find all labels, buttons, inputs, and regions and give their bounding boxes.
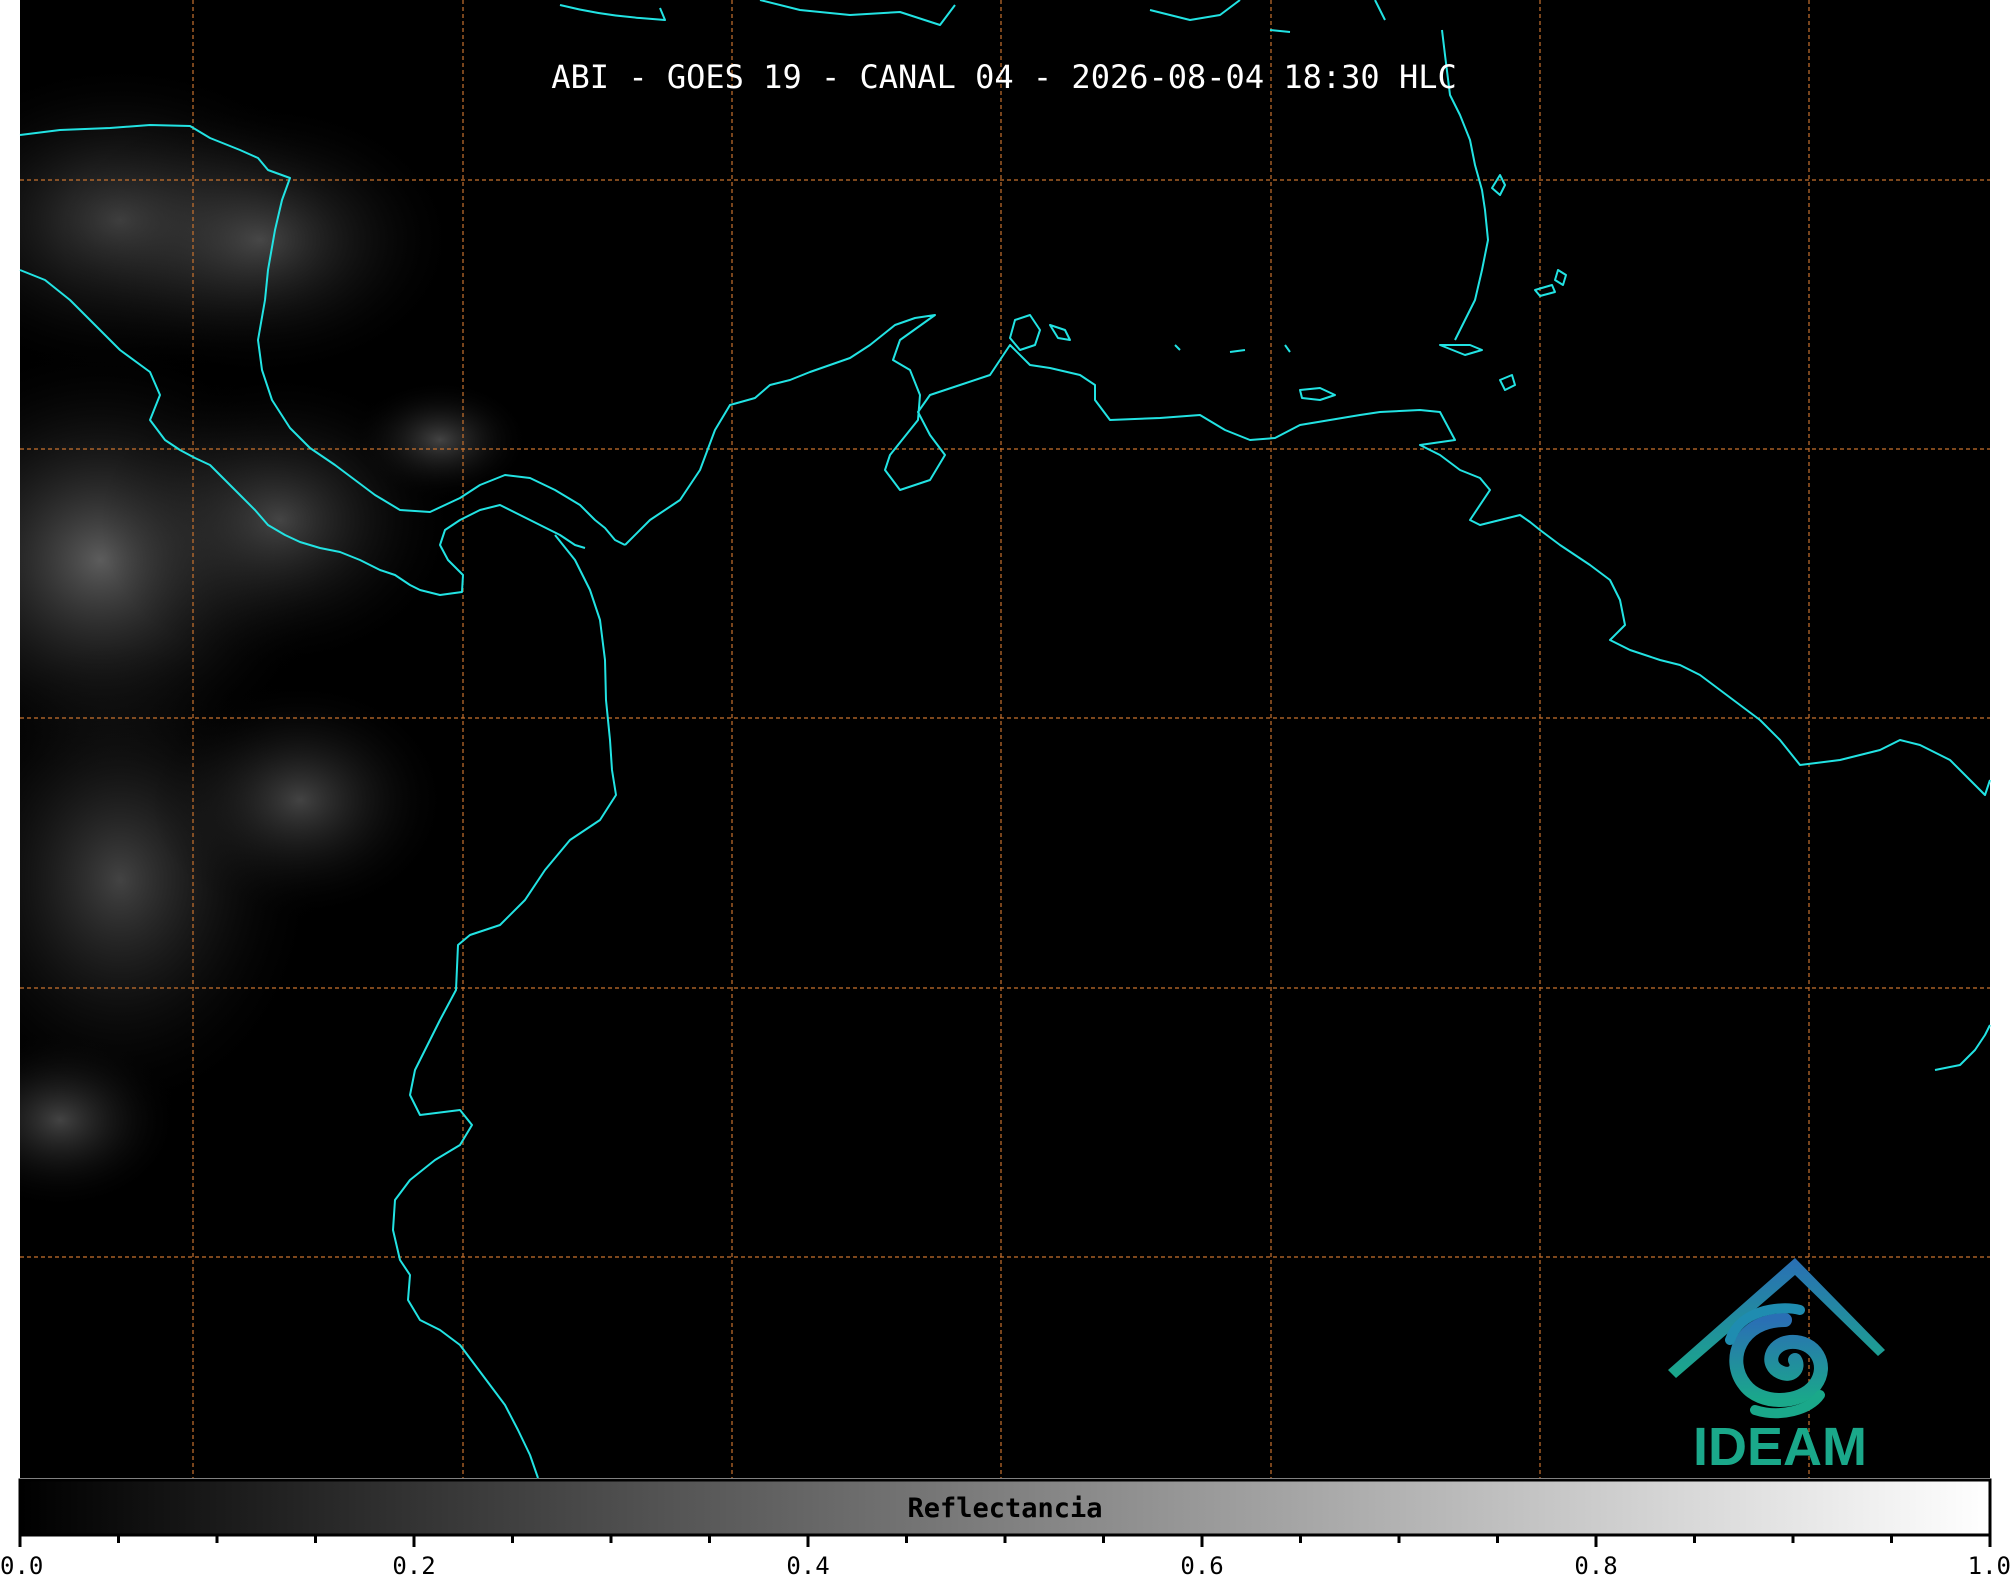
colorbar-label: Reflectancia (907, 1493, 1102, 1524)
map-title: ABI - GOES 19 - CANAL 04 - 2026-08-04 18… (551, 58, 1456, 96)
colorbar-tick-label: 0.8 (1574, 1552, 1617, 1577)
satellite-map-figure: ABI - GOES 19 - CANAL 04 - 2026-08-04 18… (0, 0, 2011, 1577)
colorbar-tick-label: 0.6 (1180, 1552, 1223, 1577)
colorbar-tick-label: 0.2 (392, 1552, 435, 1577)
colorbar-tick-label: 0.4 (786, 1552, 829, 1577)
colorbar-tick-label: 0.0 (0, 1552, 43, 1577)
colorbar-tick-label: 1.0 (1968, 1552, 2011, 1577)
colorbar: Reflectancia 0.0 0.2 0.4 0.6 0.8 1.0 (0, 1478, 2011, 1577)
colorbar-ticks (18, 1535, 1992, 1547)
logo-text: IDEAM (1693, 1417, 1867, 1477)
colorbar-tick-labels: 0.0 0.2 0.4 0.6 0.8 1.0 (0, 1552, 2011, 1577)
